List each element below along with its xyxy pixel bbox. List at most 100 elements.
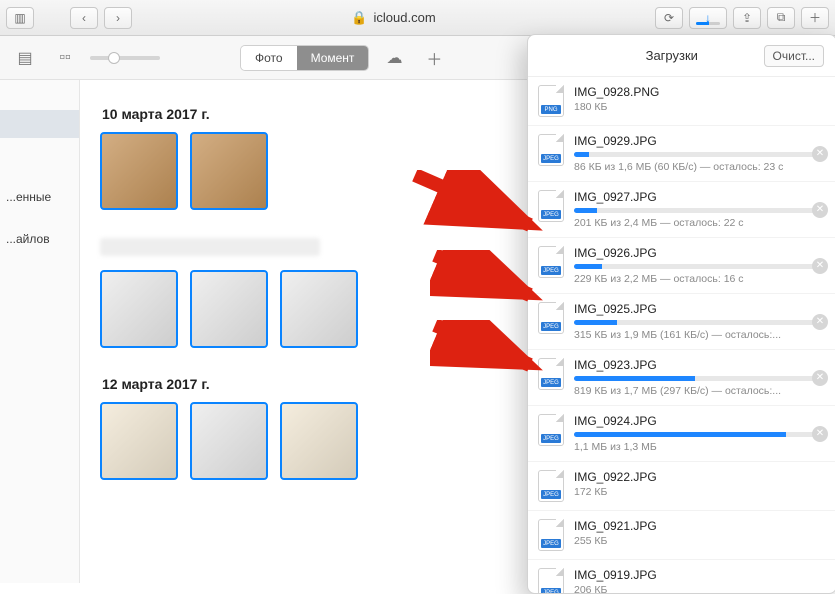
photo-thumbnail[interactable] <box>280 270 358 348</box>
download-subtext: 819 КБ из 1,7 МБ (297 КБ/с) — осталось:.… <box>574 385 826 397</box>
file-icon: PNG <box>538 85 564 117</box>
download-body: IMG_0928.PNG 180 КБ <box>574 85 826 113</box>
download-progress-bar <box>574 320 826 325</box>
photo-thumbnail[interactable] <box>190 402 268 480</box>
download-progress-bar <box>574 152 826 157</box>
download-item[interactable]: PNG IMG_0928.PNG 180 КБ <box>528 77 835 126</box>
download-filename: IMG_0924.JPG <box>574 414 826 428</box>
download-mini-progress <box>696 22 720 25</box>
download-body: IMG_0929.JPG 86 КБ из 1,6 МБ (60 КБ/с) — … <box>574 134 826 173</box>
share-button[interactable]: ⇪ <box>733 7 761 29</box>
download-filename: IMG_0922.JPG <box>574 470 826 484</box>
reload-button[interactable]: ⟳ <box>655 7 683 29</box>
downloads-list: PNG IMG_0928.PNG 180 КБ JPEG IMG_0929.JPG 86 … <box>528 77 835 593</box>
thumbnail-size-slider[interactable] <box>90 56 160 60</box>
download-subtext: 1,1 МБ из 1,3 МБ <box>574 441 826 453</box>
download-subtext: 255 КБ <box>574 535 826 547</box>
downloads-indicator[interactable]: ↓ <box>689 7 727 29</box>
download-subtext: 229 КБ из 2,2 МБ — осталось: 16 с <box>574 273 826 285</box>
lock-icon: 🔒 <box>351 10 367 26</box>
download-body: IMG_0921.JPG 255 КБ <box>574 519 826 547</box>
download-subtext: 172 КБ <box>574 486 826 498</box>
downloads-panel: Загрузки Очист... PNG IMG_0928.PNG 180 КБ J… <box>527 34 835 594</box>
file-icon: JPEG <box>538 246 564 278</box>
view-segmented-control: Фото Момент <box>240 45 369 71</box>
photo-thumbnail[interactable] <box>100 270 178 348</box>
sidebar-item-recent[interactable]: ...енные <box>0 186 79 208</box>
layout-icon[interactable]: ▤ <box>10 45 40 71</box>
download-item[interactable]: JPEG IMG_0921.JPG 255 КБ <box>528 511 835 560</box>
download-body: IMG_0927.JPG 201 КБ из 2,4 МБ — осталось:… <box>574 190 826 229</box>
download-item[interactable]: JPEG IMG_0922.JPG 172 КБ <box>528 462 835 511</box>
download-item[interactable]: JPEG IMG_0927.JPG 201 КБ из 2,4 МБ — остал… <box>528 182 835 238</box>
download-subtext: 315 КБ из 1,9 МБ (161 КБ/с) — осталось:.… <box>574 329 826 341</box>
download-filename: IMG_0926.JPG <box>574 246 826 260</box>
segment-photos[interactable]: Фото <box>241 46 297 70</box>
download-filename: IMG_0928.PNG <box>574 85 826 99</box>
photo-thumbnail[interactable] <box>280 402 358 480</box>
file-icon: JPEG <box>538 568 564 593</box>
photo-thumbnail[interactable] <box>100 402 178 480</box>
grid-size-icon: ▫▫ <box>50 45 80 71</box>
photo-thumbnail[interactable] <box>190 270 268 348</box>
file-icon: JPEG <box>538 302 564 334</box>
cancel-download-button[interactable]: ✕ <box>812 202 828 218</box>
download-item[interactable]: JPEG IMG_0926.JPG 229 КБ из 2,2 МБ — остал… <box>528 238 835 294</box>
address-domain: icloud.com <box>374 10 436 25</box>
tabs-button[interactable]: ⧉ <box>767 7 795 29</box>
download-filename: IMG_0929.JPG <box>574 134 826 148</box>
download-body: IMG_0922.JPG 172 КБ <box>574 470 826 498</box>
download-body: IMG_0923.JPG 819 КБ из 1,7 МБ (297 КБ/с) … <box>574 358 826 397</box>
sidebar-toggle-button[interactable]: ▥ <box>6 7 34 29</box>
upload-icon[interactable]: ☁︎ <box>379 45 409 71</box>
file-icon: JPEG <box>538 470 564 502</box>
cancel-download-button[interactable]: ✕ <box>812 370 828 386</box>
download-filename: IMG_0923.JPG <box>574 358 826 372</box>
cancel-download-button[interactable]: ✕ <box>812 146 828 162</box>
nav-back-button[interactable]: ‹ <box>70 7 98 29</box>
download-body: IMG_0919.JPG 206 КБ <box>574 568 826 593</box>
download-subtext: 86 КБ из 1,6 МБ (60 КБ/с) — осталось: 23… <box>574 161 826 173</box>
sidebar: ...енные ...айлов <box>0 80 80 583</box>
download-body: IMG_0925.JPG 315 КБ из 1,9 МБ (161 КБ/с) … <box>574 302 826 341</box>
download-filename: IMG_0919.JPG <box>574 568 826 582</box>
cancel-download-button[interactable]: ✕ <box>812 426 828 442</box>
download-filename: IMG_0925.JPG <box>574 302 826 316</box>
download-progress-bar <box>574 264 826 269</box>
photo-thumbnail[interactable] <box>190 132 268 210</box>
download-filename: IMG_0921.JPG <box>574 519 826 533</box>
download-progress-bar <box>574 376 826 381</box>
downloads-clear-button[interactable]: Очист... <box>764 45 824 67</box>
download-body: IMG_0924.JPG 1,1 МБ из 1,3 МБ <box>574 414 826 453</box>
download-progress-bar <box>574 432 826 437</box>
cancel-download-button[interactable]: ✕ <box>812 314 828 330</box>
nav-forward-button[interactable]: › <box>104 7 132 29</box>
download-item[interactable]: JPEG IMG_0925.JPG 315 КБ из 1,9 МБ (161 КБ… <box>528 294 835 350</box>
group-title-blurred <box>100 238 320 256</box>
file-icon: JPEG <box>538 519 564 551</box>
download-item[interactable]: JPEG IMG_0919.JPG 206 КБ <box>528 560 835 593</box>
download-subtext: 201 КБ из 2,4 МБ — осталось: 22 с <box>574 217 826 229</box>
browser-toolbar: ▥ ‹ › 🔒 icloud.com ⟳ ↓ ⇪ ⧉ ＋ <box>0 0 835 36</box>
sidebar-selection[interactable] <box>0 110 79 138</box>
download-item[interactable]: JPEG IMG_0923.JPG 819 КБ из 1,7 МБ (297 КБ… <box>528 350 835 406</box>
add-icon[interactable]: ＋ <box>419 45 449 71</box>
photo-thumbnail[interactable] <box>100 132 178 210</box>
segment-moments[interactable]: Момент <box>297 46 369 70</box>
downloads-header: Загрузки Очист... <box>528 35 835 77</box>
download-item[interactable]: JPEG IMG_0924.JPG 1,1 МБ из 1,3 МБ✕ <box>528 406 835 462</box>
download-item[interactable]: JPEG IMG_0929.JPG 86 КБ из 1,6 МБ (60 КБ/с… <box>528 126 835 182</box>
file-icon: JPEG <box>538 358 564 390</box>
new-tab-button[interactable]: ＋ <box>801 7 829 29</box>
downloads-title: Загрузки <box>580 48 764 63</box>
download-subtext: 206 КБ <box>574 584 826 593</box>
download-subtext: 180 КБ <box>574 101 826 113</box>
file-icon: JPEG <box>538 414 564 446</box>
address-bar[interactable]: 🔒 icloud.com <box>138 10 649 26</box>
download-body: IMG_0926.JPG 229 КБ из 2,2 МБ — осталось:… <box>574 246 826 285</box>
sidebar-item-files[interactable]: ...айлов <box>0 228 79 250</box>
download-filename: IMG_0927.JPG <box>574 190 826 204</box>
cancel-download-button[interactable]: ✕ <box>812 258 828 274</box>
file-icon: JPEG <box>538 134 564 166</box>
file-icon: JPEG <box>538 190 564 222</box>
